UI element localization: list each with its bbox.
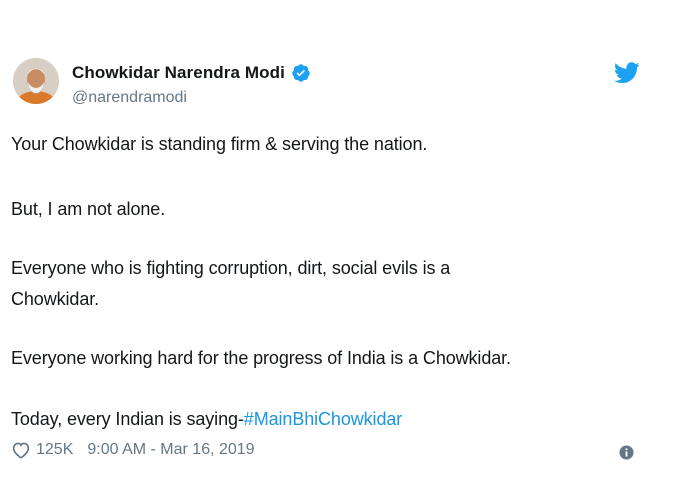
- tweet-text-line: Everyone who is fighting corruption, dir…: [11, 258, 451, 278]
- tweet-text-line: Today, every Indian is saying-#MainBhiCh…: [11, 409, 402, 430]
- author-name-text: Chowkidar Narendra Modi: [72, 63, 285, 82]
- tweet-text-line: Your Chowkidar is standing firm & servin…: [11, 134, 428, 154]
- tweet-meta: 125K 9:00 AM - Mar 16, 2019: [11, 441, 255, 459]
- tweet-timestamp[interactable]: 9:00 AM - Mar 16, 2019: [87, 441, 254, 459]
- info-icon[interactable]: [619, 445, 634, 460]
- tweet-text-line: But, I am not alone.: [11, 199, 166, 219]
- author-handle[interactable]: @narendramodi: [72, 89, 187, 107]
- hashtag-link[interactable]: #MainBhiChowkidar: [244, 409, 402, 429]
- avatar[interactable]: [13, 58, 59, 104]
- like-count[interactable]: 125K: [36, 441, 73, 459]
- twitter-bird-icon[interactable]: [614, 62, 640, 84]
- avatar-image: [13, 58, 59, 104]
- heart-icon[interactable]: [11, 441, 31, 459]
- tweet-card: Chowkidar Narendra Modi @narendramodi Yo…: [0, 0, 700, 493]
- tweet-text-prefix: Today, every Indian is saying-: [11, 409, 244, 429]
- tweet-text-line: Everyone working hard for the progress o…: [11, 348, 511, 368]
- author-name[interactable]: Chowkidar Narendra Modi: [72, 63, 311, 83]
- tweet-text-line: Chowkidar.: [11, 289, 100, 309]
- verified-badge-icon: [292, 64, 310, 82]
